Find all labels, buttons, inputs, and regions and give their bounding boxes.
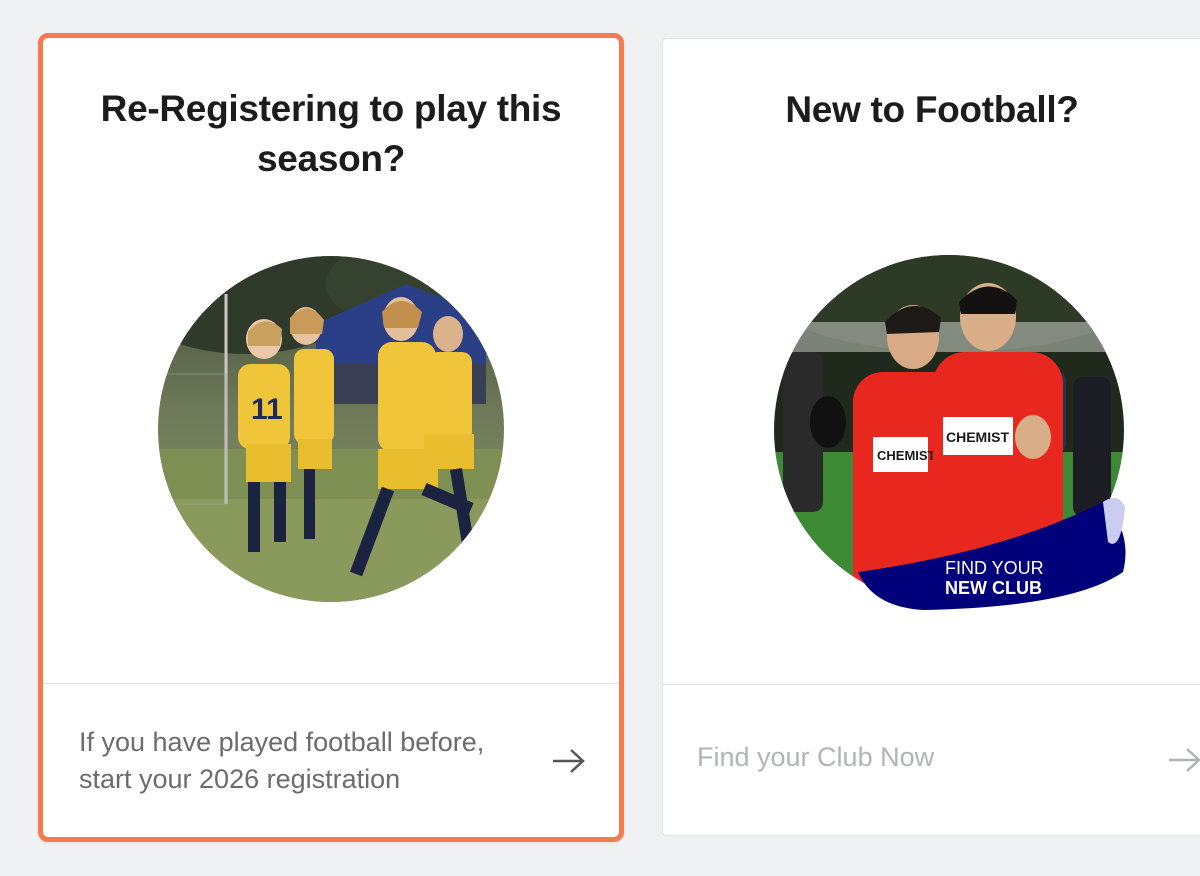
arrow-right-icon[interactable] bbox=[1167, 745, 1200, 775]
new-club-photo: CHEMIST CHEMIST FIND YOUR NEW CLUB bbox=[774, 255, 1126, 610]
banner-line1: FIND YOUR bbox=[945, 558, 1044, 578]
svg-text:CHEMIST: CHEMIST bbox=[946, 429, 1009, 445]
re-register-card[interactable]: Re-Registering to play this season? 11 I… bbox=[38, 33, 624, 842]
banner-line2: NEW CLUB bbox=[945, 578, 1042, 598]
svg-text:11: 11 bbox=[251, 393, 283, 426]
arrow-right-icon[interactable] bbox=[551, 746, 587, 776]
re-register-photo: 11 bbox=[158, 256, 504, 602]
card-divider bbox=[43, 683, 619, 684]
card-description: If you have played football before, star… bbox=[79, 727, 485, 794]
card-title: New to Football? bbox=[785, 89, 1079, 130]
card-title: Re-Registering to play this season? bbox=[100, 88, 562, 179]
card-divider bbox=[663, 684, 1200, 685]
card-description: Find your Club Now bbox=[697, 742, 935, 772]
svg-text:CHEMIST: CHEMIST bbox=[877, 448, 936, 463]
new-to-football-card[interactable]: New to Football? CHEMIST CHEMIST FIND YO… bbox=[662, 38, 1200, 836]
